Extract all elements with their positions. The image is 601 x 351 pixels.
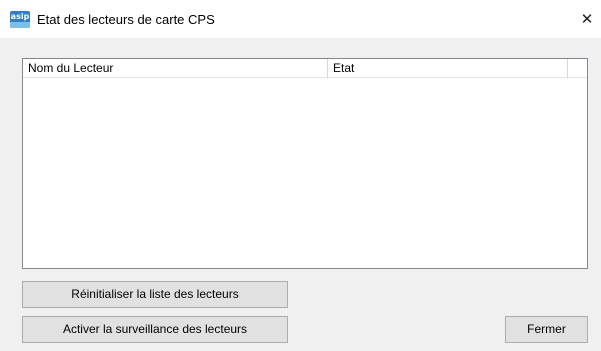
enable-monitoring-button[interactable]: Activer la surveillance des lecteurs: [22, 316, 288, 343]
app-icon-wave: [10, 22, 30, 28]
asip-app-icon: asip: [10, 11, 30, 28]
reset-reader-list-button[interactable]: Réinitialiser la liste des lecteurs: [22, 281, 288, 308]
column-header-reader-name[interactable]: Nom du Lecteur: [23, 59, 328, 78]
list-body[interactable]: [23, 78, 587, 268]
app-icon-text: asip: [10, 12, 30, 21]
title-bar[interactable]: asip Etat des lecteurs de carte CPS ✕: [0, 0, 601, 38]
window-title: Etat des lecteurs de carte CPS: [37, 12, 215, 27]
reader-list[interactable]: Nom du Lecteur Etat: [22, 58, 588, 269]
close-button[interactable]: Fermer: [505, 316, 588, 343]
reader-status-dialog: asip Etat des lecteurs de carte CPS ✕ No…: [0, 0, 601, 351]
list-header: Nom du Lecteur Etat: [23, 59, 587, 78]
column-header-state[interactable]: Etat: [328, 59, 568, 78]
close-icon[interactable]: ✕: [574, 8, 600, 30]
